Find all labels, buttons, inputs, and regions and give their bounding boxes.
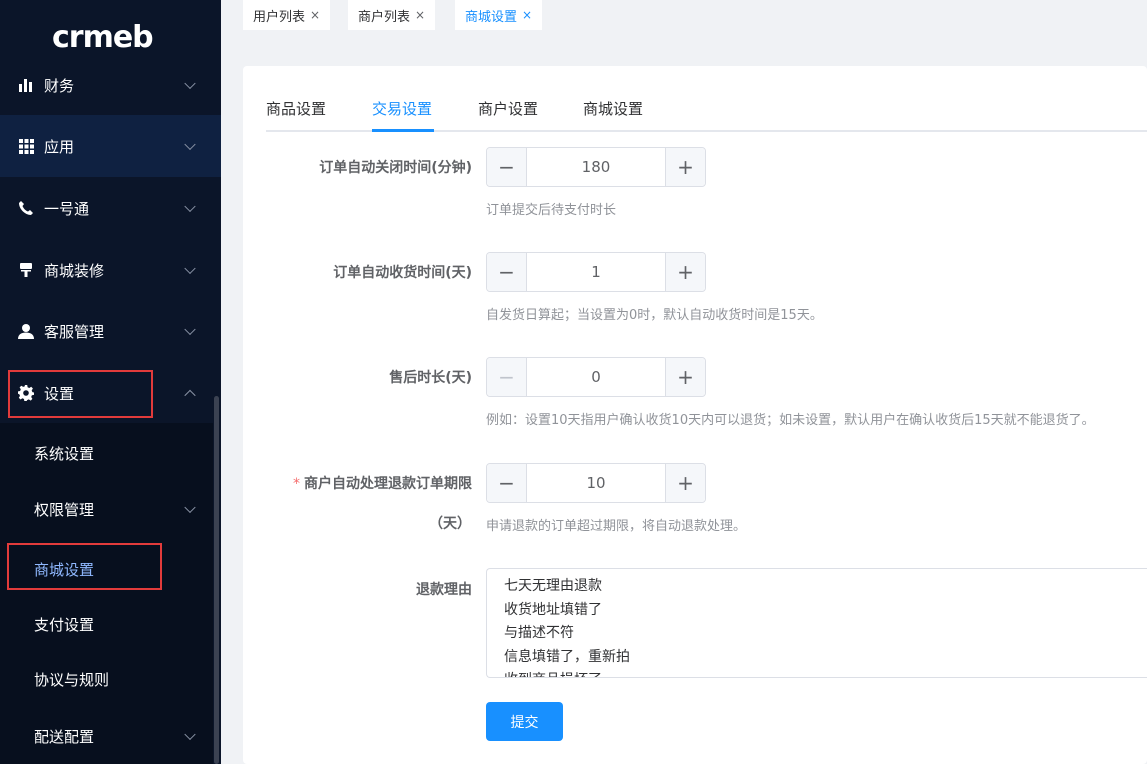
submenu-item-label: 配送配置 [34,727,95,746]
tab-merchant-settings[interactable]: 商户设置 [478,88,538,131]
tab-product-settings[interactable]: 商品设置 [266,88,326,131]
chevron-down-icon [184,323,196,336]
refund-period-stepper: − 10 + [486,463,706,503]
tags-view-bar: 用户列表 × 商户列表 × 商城设置 × [221,0,1147,44]
tab-mall-settings[interactable]: 商城设置 [583,88,643,131]
required-mark: * [293,476,300,492]
sidebar-scrollbar[interactable] [214,396,219,764]
after-sale-label: 售后时长(天) [389,370,472,386]
increase-button[interactable]: + [665,358,705,396]
order-receive-stepper: − 1 + [486,252,706,292]
sidebar-item-label: 商城装修 [44,261,105,280]
close-icon[interactable]: × [310,8,320,22]
order-receive-input[interactable]: 1 [527,253,665,291]
grid-icon [18,138,34,154]
increase-button[interactable]: + [665,253,705,291]
submenu-item-label: 支付设置 [34,615,95,634]
close-icon[interactable]: × [415,8,425,22]
submit-button[interactable]: 提交 [486,702,563,741]
chevron-down-icon [184,728,196,741]
submenu-item-payment-settings[interactable]: 支付设置 [0,596,213,652]
submenu-item-delivery[interactable]: 配送配置 [0,708,213,764]
refund-reason-textarea[interactable]: 七天无理由退款 收货地址填错了 与描述不符 信息填错了，重新拍 收到商品损坏了 [486,568,1147,678]
submenu-item-label: 系统设置 [34,444,95,463]
sidebar-item-finance[interactable]: 财务 [0,54,221,116]
after-sale-stepper: − 0 + [486,357,706,397]
sidebar: crmeb 财务 应用 一号通 商城装修 客服管理 设置 系统设置 权限管理 商… [0,0,221,764]
order-close-hint: 订单提交后待支付时长 [486,203,617,218]
refund-reason-line: 收到商品损坏了 [504,669,1147,677]
order-close-label: 订单自动关闭时间(分钟) [319,160,472,176]
submenu-item-label: 权限管理 [34,500,95,519]
user-icon [18,323,34,339]
sidebar-item-apps[interactable]: 应用 [0,115,221,177]
refund-period-label-text: 商户自动处理退款订单期限 [304,476,472,492]
chevron-down-icon [184,501,196,514]
refund-period-label-unit: （天） [429,516,471,532]
order-close-input[interactable]: 180 [527,148,665,186]
sidebar-item-label: 一号通 [44,199,90,218]
tag-label: 商户列表 [358,9,411,25]
settings-submenu: 系统设置 权限管理 商城设置 支付设置 协议与规则 配送配置 [0,423,213,764]
sidebar-item-decoration[interactable]: 商城装修 [0,239,221,301]
sidebar-item-label: 财务 [44,76,75,95]
sidebar-item-customer-service[interactable]: 客服管理 [0,300,221,362]
increase-button[interactable]: + [665,464,705,502]
decrease-button[interactable]: − [487,148,527,186]
phone-icon [18,200,34,216]
decrease-button[interactable]: − [487,358,527,396]
after-sale-hint: 例如：设置10天指用户确认收货10天内可以退货；如未设置，默认用户在确认收货后1… [486,413,1095,428]
refund-reason-line: 与描述不符 [504,625,574,641]
refund-reason-label: 退款理由 [416,582,472,598]
order-close-stepper: − 180 + [486,147,706,187]
tag-user-list[interactable]: 用户列表 × [243,0,331,30]
chevron-down-icon [184,77,196,90]
refund-reason-line: 信息填错了，重新拍 [504,648,630,665]
highlight-box-settings [8,370,153,418]
sidebar-item-yihaotong[interactable]: 一号通 [0,177,221,239]
chevron-down-icon [184,200,196,213]
submenu-item-permissions[interactable]: 权限管理 [0,481,213,537]
chevron-down-icon [184,138,196,151]
order-receive-hint: 自发货日算起；当设置为0时，默认自动收货时间是15天。 [486,308,823,323]
tag-merchant-list[interactable]: 商户列表 × [348,0,436,30]
increase-button[interactable]: + [665,148,705,186]
tab-trade-settings[interactable]: 交易设置 [372,88,432,131]
paint-roller-icon [18,262,34,278]
close-icon[interactable]: × [522,8,532,22]
sidebar-item-label: 客服管理 [44,322,105,341]
chevron-up-icon [184,389,196,402]
tag-mall-settings[interactable]: 商城设置 × [455,0,543,30]
refund-period-input[interactable]: 10 [527,464,665,502]
after-sale-input[interactable]: 0 [527,358,665,396]
refund-period-label: * 商户自动处理退款订单期限 [293,473,472,493]
order-receive-label: 订单自动收货时间(天) [333,265,472,281]
submenu-item-agreements[interactable]: 协议与规则 [0,651,213,707]
refund-reason-line: 收货地址填错了 [504,601,602,618]
submenu-item-label: 协议与规则 [34,670,110,689]
tag-label: 商城设置 [465,9,518,25]
decrease-button[interactable]: − [487,464,527,502]
tag-label: 用户列表 [253,9,306,25]
sidebar-item-label: 应用 [44,137,75,156]
bar-chart-icon [18,77,34,93]
highlight-box-mall-settings [7,543,162,590]
settings-tabs: 商品设置 交易设置 商户设置 商城设置 [243,88,1147,132]
active-tab-indicator [372,129,434,132]
refund-reason-line: 七天无理由退款 [504,578,602,594]
submenu-item-system-settings[interactable]: 系统设置 [0,425,213,481]
refund-period-hint: 申请退款的订单超过期限，将自动退款处理。 [486,519,747,534]
logo-text: crmeb [52,20,154,55]
decrease-button[interactable]: − [487,253,527,291]
brand-logo: crmeb [52,20,154,56]
chevron-down-icon [184,262,196,275]
